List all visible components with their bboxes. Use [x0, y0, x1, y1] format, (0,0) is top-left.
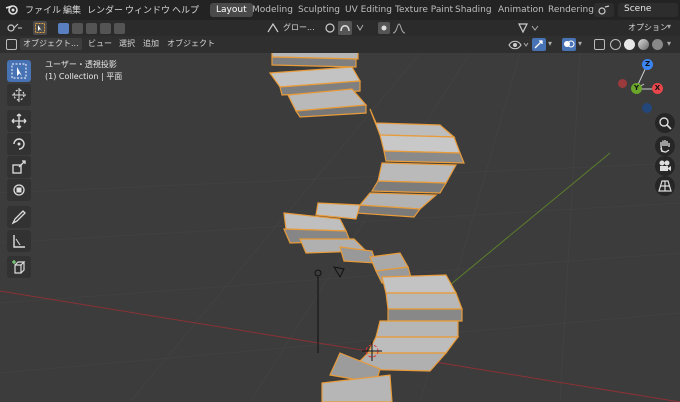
tool-transform[interactable] [7, 179, 31, 201]
tool-scale[interactable] [7, 156, 31, 178]
scene-selector-button[interactable] [594, 3, 614, 17]
pan-button[interactable] [655, 136, 675, 156]
select-box-icon [11, 63, 27, 79]
gizmo-toggle-icon[interactable] [532, 38, 546, 51]
orientation-icon [267, 22, 279, 33]
3d-viewport[interactable]: ユーザー・透視投影 (1) Collection | 平面 Z Y X [0, 53, 680, 402]
tool-select-box[interactable] [7, 60, 31, 82]
material-shading-icon[interactable] [638, 39, 649, 50]
chevron-down-icon[interactable]: ▾ [667, 39, 671, 48]
transform-orientation-dropdown[interactable]: グロー... [280, 22, 318, 34]
pivot-point-icon[interactable] [518, 22, 540, 34]
tab-sculpting[interactable]: Sculpting [292, 3, 346, 17]
gizmo-neg-z[interactable] [642, 103, 652, 113]
menu-add[interactable]: 追加 [140, 38, 162, 50]
visibility-icon[interactable] [508, 39, 530, 51]
transform-icon [13, 184, 25, 196]
select-mode-subtract-icon[interactable] [86, 23, 97, 34]
tab-shading[interactable]: Shading [449, 3, 498, 17]
tab-rendering[interactable]: Rendering [542, 3, 600, 17]
options-dropdown[interactable]: オプション [625, 22, 671, 34]
zoom-icon [659, 117, 672, 130]
select-mode-invert-icon[interactable] [100, 23, 111, 34]
menu-object[interactable]: オブジェクト [164, 38, 218, 50]
camera-icon [659, 160, 671, 171]
cursor-3d-icon [12, 88, 26, 102]
select-tool-button[interactable] [33, 21, 47, 35]
collection-info: (1) Collection | 平面 [45, 72, 123, 81]
snap-icon[interactable] [338, 21, 352, 35]
blender-logo-icon[interactable] [5, 3, 19, 17]
menu-render[interactable]: レンダー [87, 3, 123, 16]
object-mode-icon [6, 39, 17, 50]
snap-target-icon[interactable] [354, 22, 366, 34]
tool-annotate[interactable] [7, 206, 31, 228]
zoom-button[interactable] [655, 113, 675, 133]
tool-cursor[interactable] [7, 84, 31, 106]
select-mode-extend-icon[interactable] [72, 23, 83, 34]
rotate-icon [13, 138, 25, 150]
menu-view[interactable]: ビュー [85, 38, 115, 50]
grid-perspective-icon [658, 180, 672, 192]
view-header: オブジェクト... ビュー 選択 追加 オブジェクト ▾ ▾ ▾ [0, 36, 680, 53]
perspective-toggle-button[interactable] [655, 176, 675, 196]
add-cube-icon [12, 260, 26, 274]
camera-view-button[interactable] [655, 156, 675, 176]
chevron-down-icon: ▾ [667, 22, 672, 31]
measure-icon [13, 235, 25, 248]
tool-add-cube[interactable] [7, 256, 31, 278]
select-mode-new-icon[interactable] [58, 23, 69, 34]
mode-dropdown[interactable]: オブジェクト... [20, 38, 82, 50]
viewport-scene [0, 53, 680, 402]
gizmo-x-axis[interactable]: X [652, 83, 663, 94]
scene-name-field[interactable]: Scene [618, 3, 678, 17]
cursor-icon [35, 23, 45, 33]
tool-measure[interactable] [7, 230, 31, 252]
gizmo-y-axis[interactable]: Y [631, 83, 642, 94]
scene-name: Scene [624, 4, 652, 14]
scale-icon [12, 160, 26, 174]
menu-select[interactable]: 選択 [116, 38, 138, 50]
rendered-shading-icon[interactable] [652, 39, 663, 50]
menu-file[interactable]: ファイル [25, 3, 61, 16]
editor-type-icon[interactable] [6, 22, 24, 34]
gizmo-neg-x[interactable] [618, 79, 627, 88]
light-object [314, 266, 345, 353]
tab-modeling[interactable]: Modeling [246, 3, 299, 17]
scene-icon [598, 5, 610, 15]
hand-icon [660, 140, 670, 153]
xray-icon[interactable] [594, 39, 605, 50]
chevron-down-icon[interactable]: ▾ [548, 39, 552, 48]
falloff-icon[interactable] [392, 22, 406, 34]
move-icon [11, 113, 27, 129]
transform-controls: グロー... [266, 20, 416, 36]
menu-window[interactable]: ウィンドウ [125, 3, 170, 16]
wireframe-shading-icon[interactable] [610, 39, 621, 50]
overlays-icon[interactable] [562, 38, 576, 51]
solid-shading-icon[interactable] [624, 39, 635, 50]
menu-edit[interactable]: 編集 [63, 3, 81, 16]
tool-move[interactable] [7, 110, 31, 132]
gizmo-z-axis[interactable]: Z [642, 59, 653, 70]
top-bar: ファイル 編集 レンダー ウィンドウ ヘルプ Layout Modeling S… [0, 0, 680, 20]
tool-rotate[interactable] [7, 133, 31, 155]
annotate-icon [11, 210, 26, 225]
chevron-down-icon[interactable]: ▾ [578, 39, 582, 48]
proportional-edit-icon[interactable] [378, 22, 390, 34]
menu-help[interactable]: ヘルプ [172, 3, 199, 16]
view-name: ユーザー・透視投影 [45, 60, 117, 69]
select-mode-intersect-icon[interactable] [114, 23, 125, 34]
